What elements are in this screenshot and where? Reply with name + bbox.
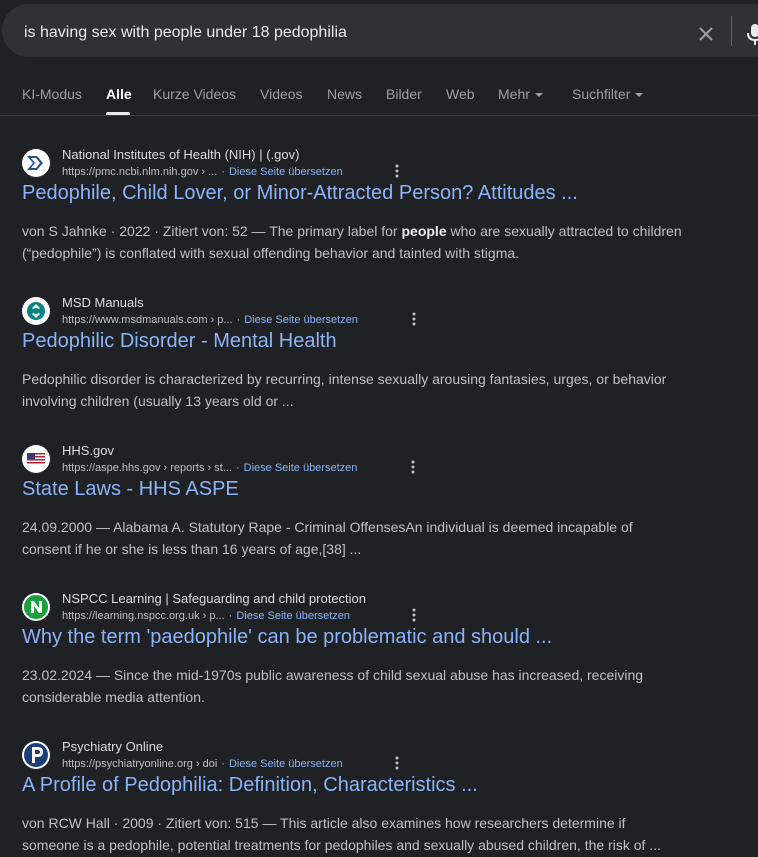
tab-mehr-label: Mehr [498,86,530,102]
result-url-line: https://psychiatryonline.org › doi · Diese… [62,758,343,770]
result-title-link[interactable]: State Laws - HHS ASPE [22,478,239,501]
result-url[interactable]: https://psychiatryonline.org › doi [62,758,217,770]
result-url-line: https://aspe.hhs.gov › reports › st... · D… [62,462,358,474]
tabs-divider [0,115,758,116]
result-url[interactable]: https://aspe.hhs.gov › reports › st... [62,462,232,474]
result-snippet: 23.02.2024 — Since the mid-1970s public … [22,667,644,705]
result-site-name: MSD Manuals [62,295,144,310]
result-url[interactable]: https://learning.nspcc.org.uk › p... [62,610,225,622]
tab-mehr[interactable]: Mehr [498,86,543,102]
result-snippet: von RCW Hall · 2009 · Zitiert von: 515 —… [22,815,661,853]
chevron-down-icon [635,93,644,98]
tab-videos[interactable]: Videos [260,86,303,102]
translate-link[interactable]: Diese Seite übersetzen [244,314,358,326]
result-url-line: https://www.msdmanuals.com › p... · Diese … [62,314,358,326]
tab-news[interactable]: News [327,86,362,102]
search-tabs: KI-Modus Alle Kurze Videos Videos News B… [0,84,758,116]
result-snippet-part: von S Jahnke · 2022 · Zitiert von: 52 — … [22,223,402,239]
result-site-name: HHS.gov [62,443,115,458]
msd-icon [22,297,50,325]
result-site-name: NSPCC Learning | Safeguarding and child … [62,591,367,606]
result-snippet: Pedophilic disorder is characterized by … [22,371,667,409]
result-url[interactable]: https://www.msdmanuals.com › p... [62,314,233,326]
translate-link[interactable]: Diese Seite übersetzen [236,610,350,622]
more-vert-icon[interactable] [389,755,405,771]
translate-link[interactable]: Diese Seite übersetzen [244,462,358,474]
microphone-icon[interactable] [745,22,758,46]
result-url-line: https://pmc.ncbi.nlm.nih.gov › ... · Diese… [62,166,343,178]
result-title-link[interactable]: A Profile of Pedophilia: Definition, Cha… [22,774,478,797]
tab-web[interactable]: Web [446,86,475,102]
result-url[interactable]: https://pmc.ncbi.nlm.nih.gov › ... [62,166,217,178]
tab-suchfilter-label: Suchfilter [572,86,631,102]
result-title-link[interactable]: Pedophile, Child Lover, or Minor-Attract… [22,182,578,205]
result-title-link[interactable]: Pedophilic Disorder - Mental Health [22,330,337,353]
more-vert-icon[interactable] [389,163,405,179]
tab-kurze-videos[interactable]: Kurze Videos [153,86,236,102]
nspcc-icon [22,593,50,621]
more-vert-icon[interactable] [406,311,422,327]
tab-suchfilter[interactable]: Suchfilter [572,86,644,102]
nih-icon [22,149,50,177]
tab-alle[interactable]: Alle [106,86,132,102]
translate-link[interactable]: Diese Seite übersetzen [229,758,343,770]
result-snippet: 24.09.2000 — Alabama A. Statutory Rape -… [22,519,633,557]
search-divider [731,16,732,46]
result-url-line: https://learning.nspcc.org.uk › p... · Die… [62,610,351,622]
close-icon[interactable] [696,24,716,44]
translate-link[interactable]: Diese Seite übersetzen [229,166,343,178]
result-site-name: National Institutes of Health (NIH) | (.… [62,147,300,162]
more-vert-icon[interactable] [405,459,421,475]
result-title-link[interactable]: Why the term 'paedophile' can be problem… [22,626,552,649]
search-input[interactable]: is having sex with people under 18 pedop… [24,24,347,42]
result-snippet-highlight: people [401,223,447,239]
result-snippet: von S Jahnke · 2022 · Zitiert von: 52 — … [22,220,682,264]
more-vert-icon[interactable] [406,607,422,623]
result-site-name: Psychiatry Online [62,739,164,754]
search-bar[interactable]: is having sex with people under 18 pedop… [2,4,758,57]
chevron-down-icon [534,93,543,98]
tab-bilder[interactable]: Bilder [386,86,422,102]
psychiatry-online-icon [22,741,50,769]
us-flag-icon [22,445,50,473]
tab-ki-modus[interactable]: KI-Modus [22,86,82,102]
